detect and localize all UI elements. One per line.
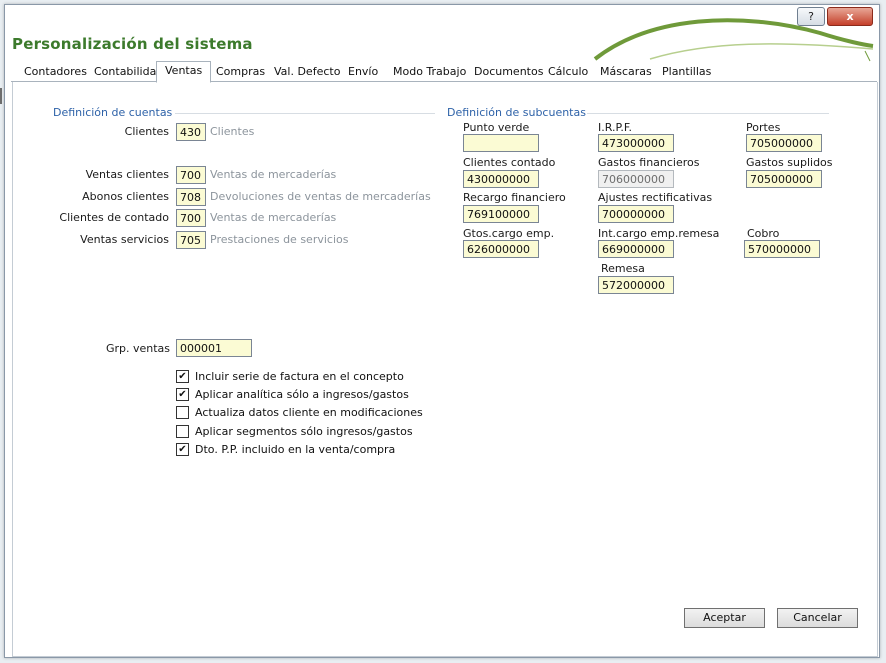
window-title: Personalización del sistema (12, 35, 253, 53)
option-label: Dto. P.P. incluido en la venta/compra (195, 443, 396, 456)
abonos-clientes-desc: Devoluciones de ventas de mercaderías (210, 190, 431, 203)
gastos-financieros-label: Gastos financieros (598, 156, 700, 169)
checkbox-unchecked-icon[interactable] (176, 406, 189, 419)
gastos-financieros-field: 706000000 (598, 170, 674, 188)
background-window-edge (0, 88, 2, 104)
ventas-servicios-desc: Prestaciones de servicios (210, 233, 349, 246)
clientes-label: Clientes (124, 125, 169, 138)
tab-ventas[interactable]: Ventas (156, 61, 212, 83)
ventas-servicios-label: Ventas servicios (80, 233, 169, 246)
option-aplicar-analitica[interactable]: ✔ Aplicar analítica sólo a ingresos/gast… (176, 388, 409, 401)
tab-val-defecto[interactable]: Val. Defecto (274, 65, 340, 78)
checkbox-checked-icon[interactable]: ✔ (176, 443, 189, 456)
checkbox-checked-icon[interactable]: ✔ (176, 370, 189, 383)
tab-plantillas[interactable]: Plantillas (662, 65, 711, 78)
accounts-group-divider (175, 113, 435, 114)
int-cargo-emp-remesa-field[interactable]: 669000000 (598, 240, 674, 258)
option-dto-pp-incluido[interactable]: ✔ Dto. P.P. incluido en la venta/compra (176, 443, 395, 456)
recargo-financiero-label: Recargo financiero (463, 191, 566, 204)
ventas-clientes-code-field[interactable]: 700 (176, 166, 206, 184)
clientes-contado-sub-field[interactable]: 430000000 (463, 170, 539, 188)
accounts-group-title: Definición de cuentas (53, 106, 173, 119)
abonos-clientes-label: Abonos clientes (82, 190, 169, 203)
abonos-clientes-code-field[interactable]: 708 (176, 188, 206, 206)
irpf-label: I.R.P.F. (598, 121, 632, 134)
tab-modo-trabajo[interactable]: Modo Trabajo (393, 65, 466, 78)
ventas-clientes-label: Ventas clientes (85, 168, 169, 181)
irpf-field[interactable]: 473000000 (598, 134, 674, 152)
cancel-button[interactable]: Cancelar (777, 608, 858, 628)
option-label: Aplicar analítica sólo a ingresos/gastos (195, 388, 409, 401)
remesa-label: Remesa (601, 262, 645, 275)
clientes-desc: Clientes (210, 125, 255, 138)
tab-contadores[interactable]: Contadores (24, 65, 87, 78)
int-cargo-emp-remesa-label: Int.cargo emp.remesa (598, 227, 720, 240)
gtos-cargo-emp-label: Gtos.cargo emp. (463, 227, 555, 240)
clientes-contado-sub-label: Clientes contado (463, 156, 556, 169)
tab-contabilidad[interactable]: Contabilidad (94, 65, 163, 78)
accept-button[interactable]: Aceptar (684, 608, 765, 628)
checkbox-unchecked-icon[interactable] (176, 425, 189, 438)
punto-verde-field[interactable] (463, 134, 539, 152)
portes-label: Portes (746, 121, 781, 134)
clientes-contado-label: Clientes de contado (59, 211, 169, 224)
checkbox-checked-icon[interactable]: ✔ (176, 388, 189, 401)
help-button[interactable]: ? (797, 7, 825, 26)
grp-ventas-field[interactable]: 000001 (176, 339, 252, 357)
tab-mascaras[interactable]: Máscaras (600, 65, 652, 78)
close-button[interactable]: x (827, 7, 873, 26)
subaccounts-group-title: Definición de subcuentas (447, 106, 586, 119)
grp-ventas-label: Grp. ventas (105, 342, 170, 355)
option-label: Actualiza datos cliente en modificacione… (195, 406, 423, 419)
option-label: Aplicar segmentos sólo ingresos/gastos (195, 425, 413, 438)
option-aplicar-segmentos[interactable]: Aplicar segmentos sólo ingresos/gastos (176, 425, 413, 438)
clientes-contado-desc: Ventas de mercaderías (210, 211, 337, 224)
gastos-suplidos-field[interactable]: 705000000 (746, 170, 822, 188)
portes-field[interactable]: 705000000 (746, 134, 822, 152)
titlebar-buttons: ? x (797, 7, 873, 26)
tab-envio[interactable]: Envío (348, 65, 378, 78)
option-incluir-serie[interactable]: ✔ Incluir serie de factura en el concept… (176, 370, 404, 383)
option-label: Incluir serie de factura en el concepto (195, 370, 404, 383)
option-actualiza-datos-cliente[interactable]: Actualiza datos cliente en modificacione… (176, 406, 423, 419)
punto-verde-label: Punto verde (463, 121, 530, 134)
ventas-servicios-code-field[interactable]: 705 (176, 231, 206, 249)
recargo-financiero-field[interactable]: 769100000 (463, 205, 539, 223)
tab-compras[interactable]: Compras (216, 65, 265, 78)
tab-bar: Contadores Contabilidad Ventas Compras V… (11, 61, 877, 83)
settings-dialog: ? x Personalización del sistema Contador… (4, 4, 880, 658)
ajustes-rectificativas-label: Ajustes rectificativas (598, 191, 713, 204)
tab-calculo[interactable]: Cálculo (548, 65, 588, 78)
remesa-field[interactable]: 572000000 (598, 276, 674, 294)
subaccounts-group-divider (587, 113, 829, 114)
ventas-clientes-desc: Ventas de mercaderías (210, 168, 337, 181)
clientes-code-field[interactable]: 430 (176, 123, 206, 141)
cobro-field[interactable]: 570000000 (744, 240, 820, 258)
ajustes-rectificativas-field[interactable]: 700000000 (598, 205, 674, 223)
gastos-suplidos-label: Gastos suplidos (746, 156, 833, 169)
clientes-contado-code-field[interactable]: 700 (176, 209, 206, 227)
cobro-label: Cobro (747, 227, 780, 240)
gtos-cargo-emp-field[interactable]: 626000000 (463, 240, 539, 258)
tab-documentos[interactable]: Documentos (474, 65, 543, 78)
